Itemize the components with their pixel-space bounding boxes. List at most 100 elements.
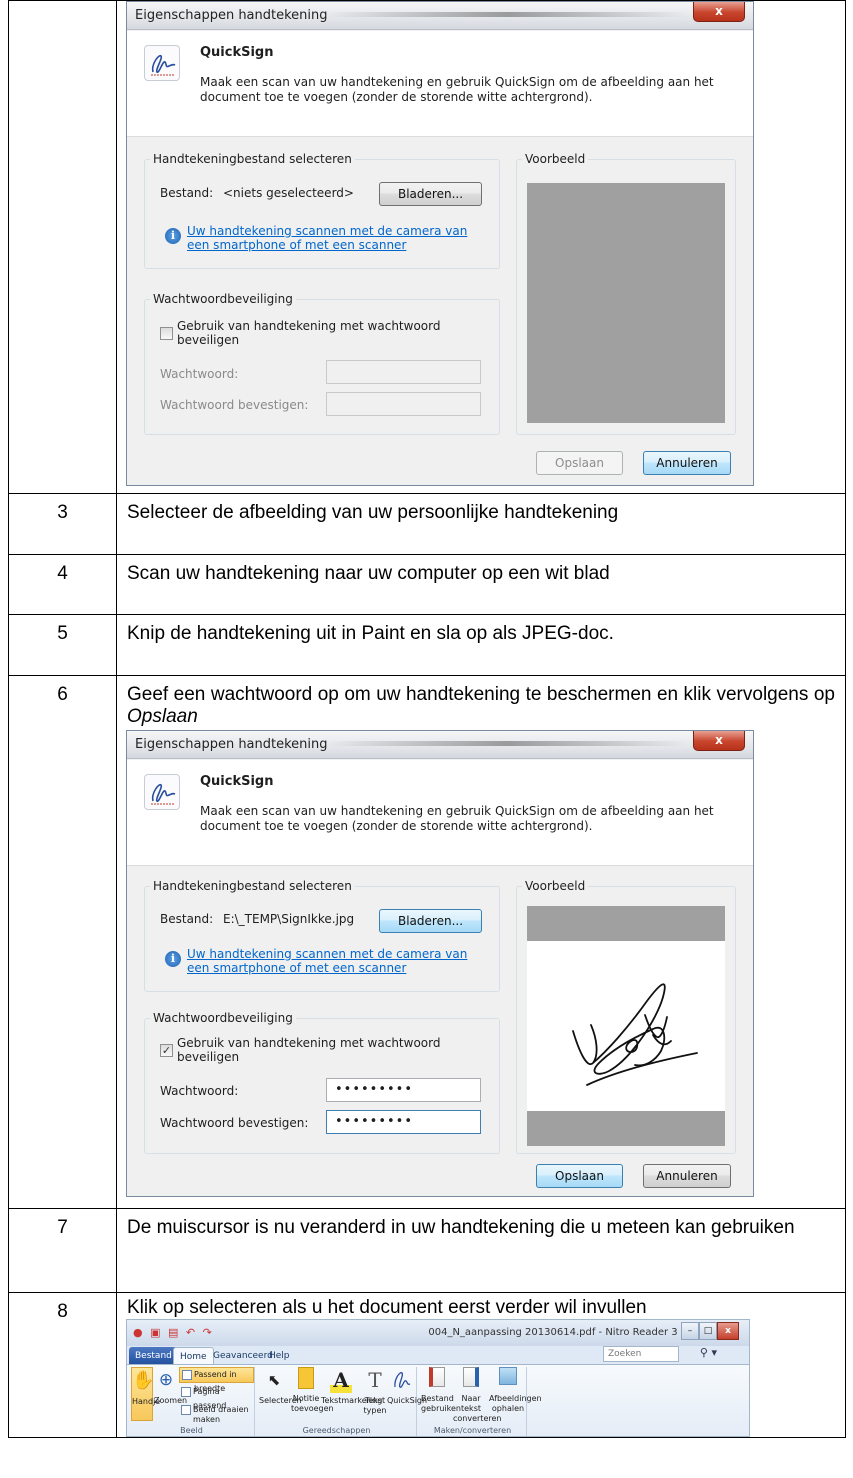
afbeeldingen-label-2: ophalen xyxy=(491,1404,525,1413)
bestand-gebruiken-button[interactable]: Bestand gebruiken xyxy=(421,1367,461,1414)
file-value: <niets geselecteerd> xyxy=(223,186,354,200)
quicksign-button[interactable]: QuickSign xyxy=(387,1367,427,1406)
step-content-cell: Klik op selecteren als u het document ee… xyxy=(116,1292,846,1438)
quick-access-icons[interactable]: ● ▣ ▤ ↶ ↷ xyxy=(133,1326,214,1339)
signature-preview xyxy=(527,183,725,423)
quicksign-icon xyxy=(144,45,180,81)
minimize-icon[interactable]: – xyxy=(681,1322,699,1340)
file-value: E:\_TEMP\SignIkke.jpg xyxy=(223,912,355,926)
scan-link-line-1[interactable]: Uw handtekening scannen met de camera va… xyxy=(187,947,467,961)
steps-table: Eigenschappen handtekening x QuickSign M… xyxy=(8,0,846,1438)
password-group-label: Wachtwoordbeveiliging xyxy=(153,1011,293,1025)
checkbox-label-line-2: beveiligen xyxy=(177,333,240,347)
confirm-password-input[interactable] xyxy=(326,392,481,416)
handwritten-signature xyxy=(572,983,698,1086)
zoomen-button[interactable]: ⊕ Zoomen xyxy=(154,1367,187,1406)
save-button[interactable]: Opslaan xyxy=(536,451,623,475)
quicksign-icon xyxy=(144,774,180,810)
file-group-label: Handtekeningbestand selecteren xyxy=(153,152,352,166)
checkbox-label-line-1: Gebruik van handtekening met wachtwoord xyxy=(177,319,441,333)
close-button[interactable]: x xyxy=(693,731,745,751)
images-icon xyxy=(499,1367,517,1385)
password-input[interactable]: ••••••••• xyxy=(326,1078,481,1102)
step-content-cell: Eigenschappen handtekening x QuickSign M… xyxy=(116,0,846,494)
maximize-icon[interactable]: □ xyxy=(699,1322,717,1340)
dialog-title: Eigenschappen handtekening xyxy=(135,8,328,23)
dialog-title: Eigenschappen handtekening xyxy=(135,737,328,752)
ribbon-body: ✋ Handje ⊕ Zoomen Passend in breedte Pag… xyxy=(127,1364,749,1436)
step-number: 5 xyxy=(8,614,117,676)
notitie-label-1: Notitie xyxy=(292,1394,320,1403)
step-content-cell: Geef een wachtwoord op om uw handtekenin… xyxy=(116,675,846,1209)
notitie-button[interactable]: Notitie toevoegen xyxy=(291,1367,334,1414)
fit-width-button[interactable]: Passend in breedte xyxy=(179,1367,254,1393)
step-text: Scan uw handtekening naar uw computer op… xyxy=(116,554,846,615)
step-text: De muiscursor is nu veranderd in uw hand… xyxy=(116,1208,846,1293)
step-number: 6 xyxy=(8,675,117,1209)
scan-link[interactable]: Uw handtekening scannen met de camera va… xyxy=(187,947,467,975)
group-maken-converteren: Bestand gebruiken Naar tekst converteren A… xyxy=(419,1367,542,1436)
close-button[interactable]: x xyxy=(693,2,745,22)
app-name: QuickSign xyxy=(200,45,274,60)
window-controls: – □ x xyxy=(681,1322,743,1340)
naartekst-label-1: Naar tekst xyxy=(461,1394,481,1413)
dialog-header: QuickSign Maak een scan van uw handteken… xyxy=(127,31,753,137)
checkbox-label-line-2: beveiligen xyxy=(177,1050,240,1064)
file-label: Bestand: xyxy=(160,186,214,200)
afbeeldingen-button[interactable]: Afbeeldingen ophalen xyxy=(489,1367,542,1414)
password-checkbox[interactable] xyxy=(160,327,173,340)
ribbon-title-bar: ● ▣ ▤ ↶ ↷ 004_N_aanpassing 20130614.pdf … xyxy=(127,1320,749,1346)
tekst-label-1: Tekst xyxy=(364,1396,386,1405)
step-text: Geef een wachtwoord op om uw handtekenin… xyxy=(117,676,845,728)
convert-text-icon xyxy=(463,1367,479,1387)
browse-button[interactable]: Bladeren... xyxy=(379,909,482,933)
handje-button[interactable]: ✋ Handje xyxy=(131,1367,160,1421)
tekst-typen-button[interactable]: T Tekst typen xyxy=(363,1367,387,1416)
signature-properties-dialog-filled: Eigenschappen handtekening x QuickSign M… xyxy=(126,730,754,1197)
step-number: 4 xyxy=(8,554,117,615)
selecteren-button[interactable]: ⬉ Selecteren xyxy=(259,1367,302,1406)
cancel-button[interactable]: Annuleren xyxy=(643,1164,731,1188)
dialog-title-bar: Eigenschappen handtekening x xyxy=(127,731,753,759)
info-icon: i xyxy=(165,951,181,967)
confirm-password-input[interactable]: ••••••••• xyxy=(326,1110,481,1134)
table-row: 6 Geef een wachtwoord op om uw handteken… xyxy=(8,675,846,1209)
password-input[interactable] xyxy=(326,360,481,384)
table-row: 4 Scan uw handtekening naar uw computer … xyxy=(8,554,846,615)
password-checkbox-label: Gebruik van handtekening met wachtwoord … xyxy=(177,319,440,347)
signature-image xyxy=(527,941,725,1111)
rotate-view-button[interactable]: Beeld draaien xyxy=(179,1403,252,1419)
zoom-icon: ⊕ xyxy=(158,1370,174,1390)
save-button[interactable]: Opslaan xyxy=(536,1164,623,1188)
step-text: Selecteer de afbeelding van uw persoonli… xyxy=(116,493,846,555)
step-text: Klik op selecteren als u het document ee… xyxy=(127,1297,647,1318)
rotate-label: Beeld draaien xyxy=(193,1405,249,1414)
password-checkbox[interactable]: ✓ xyxy=(160,1044,173,1057)
table-row: 5 Knip de handtekening uit in Paint en s… xyxy=(8,614,846,676)
table-row: 7 De muiscursor is nu veranderd in uw ha… xyxy=(8,1208,846,1293)
group-beeld: ✋ Handje ⊕ Zoomen Passend in breedte Pag… xyxy=(129,1367,255,1436)
scan-link-line-2[interactable]: een smartphone of met een scanner xyxy=(187,961,406,975)
step-text: Knip de handtekening uit in Paint en sla… xyxy=(116,614,846,676)
scan-link-line-2[interactable]: een smartphone of met een scanner xyxy=(187,238,406,252)
browse-button[interactable]: Bladeren... xyxy=(379,182,482,206)
fit-page-button[interactable]: Pagina passend maken xyxy=(179,1385,254,1424)
confirm-password-label: Wachtwoord bevestigen: xyxy=(160,1116,309,1130)
fit-page-icon xyxy=(181,1387,191,1397)
cancel-button[interactable]: Annuleren xyxy=(643,451,731,475)
close-icon[interactable]: x xyxy=(717,1322,739,1340)
scan-link-line-1[interactable]: Uw handtekening scannen met de camera va… xyxy=(187,224,467,238)
naar-tekst-button[interactable]: Naar tekst converteren xyxy=(453,1367,501,1424)
note-icon xyxy=(298,1367,314,1389)
search-input[interactable]: Zoeken xyxy=(603,1346,679,1362)
cursor-icon: ⬉ xyxy=(267,1371,281,1389)
preview-group-label: Voorbeeld xyxy=(525,152,586,166)
confirm-password-label: Wachtwoord bevestigen: xyxy=(160,398,309,412)
table-row: 3 Selecteer de afbeelding van uw persoon… xyxy=(8,493,846,555)
search-icon[interactable]: ⚲ ▾ xyxy=(700,1346,717,1359)
group-name: Beeld xyxy=(180,1426,203,1435)
tekstmarkering-button[interactable]: A Tekstmarkering xyxy=(321,1367,382,1406)
scan-link[interactable]: Uw handtekening scannen met de camera va… xyxy=(187,224,467,252)
table-row: 8 Klik op selecteren als u het document … xyxy=(8,1292,846,1438)
file-group-label: Handtekeningbestand selecteren xyxy=(153,879,352,893)
